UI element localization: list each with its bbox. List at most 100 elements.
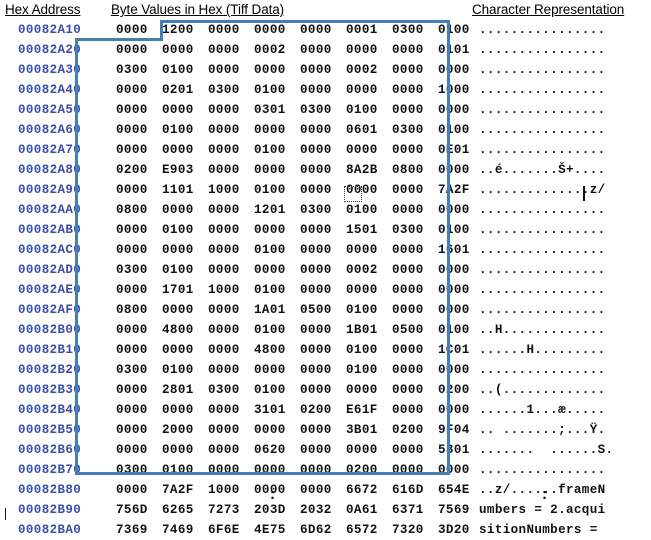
hex-byte-group[interactable]: 0000 bbox=[300, 40, 346, 60]
hex-byte-group[interactable]: 0000 bbox=[254, 260, 300, 280]
hex-byte-group[interactable]: 0601 bbox=[346, 120, 392, 140]
hex-dump-row[interactable]: 00082AD0 0300 0100 0000 0000 0000 0002 0000 0000… bbox=[0, 260, 651, 280]
hex-bytes-cell[interactable]: 7369 7469 6F6E 4E75 6D62 6572 7320 3D20 bbox=[116, 520, 484, 540]
hex-byte-group[interactable]: 0000 bbox=[392, 380, 438, 400]
hex-dump-row[interactable]: 00082B80 0000 7A2F 1000 0000 0000 6672 616D 654E… bbox=[0, 480, 651, 500]
hex-byte-group[interactable]: 0000 bbox=[300, 220, 346, 240]
hex-byte-group[interactable]: 0000 bbox=[300, 120, 346, 140]
hex-byte-group[interactable]: 0000 bbox=[392, 80, 438, 100]
hex-byte-group[interactable]: 0000 bbox=[116, 220, 162, 240]
hex-byte-group[interactable]: 0000 bbox=[116, 40, 162, 60]
hex-byte-group[interactable]: 0100 bbox=[254, 320, 300, 340]
character-representation-cell[interactable]: ................ bbox=[479, 60, 606, 80]
hex-byte-group[interactable]: 0000 bbox=[300, 340, 346, 360]
hex-byte-group[interactable]: 0000 bbox=[208, 220, 254, 240]
hex-bytes-cell[interactable]: 0000 4800 0000 0100 0000 1B01 0500 0100 bbox=[116, 320, 484, 340]
hex-dump-row[interactable]: 00082B00 0000 4800 0000 0100 0000 1B01 0500 0100… bbox=[0, 320, 651, 340]
hex-byte-group[interactable]: 0300 bbox=[300, 100, 346, 120]
hex-byte-group[interactable]: 7569 bbox=[438, 500, 484, 520]
hex-byte-group[interactable]: 0000 bbox=[116, 120, 162, 140]
hex-dump-row[interactable]: 00082BA0 7369 7469 6F6E 4E75 6D62 6572 7320 3D20… bbox=[0, 520, 651, 540]
hex-byte-group[interactable]: 1000 bbox=[208, 280, 254, 300]
hex-byte-group[interactable]: 0100 bbox=[254, 140, 300, 160]
hex-bytes-cell[interactable]: 0000 0100 0000 0000 0000 0601 0300 0100 bbox=[116, 120, 484, 140]
hex-byte-group[interactable]: 4800 bbox=[162, 320, 208, 340]
hex-byte-group[interactable]: 0000 bbox=[116, 380, 162, 400]
hex-byte-group[interactable]: 0000 bbox=[392, 340, 438, 360]
hex-byte-group[interactable]: 0100 bbox=[162, 60, 208, 80]
hex-byte-group[interactable]: 0000 bbox=[392, 260, 438, 280]
hex-byte-group[interactable]: 0100 bbox=[438, 320, 484, 340]
hex-bytes-cell[interactable]: 0000 0000 0000 3101 0200 E61F 0000 0000 bbox=[116, 400, 484, 420]
hex-byte-group[interactable]: 0000 bbox=[300, 320, 346, 340]
hex-byte-group[interactable]: 3B01 bbox=[346, 420, 392, 440]
character-representation-cell[interactable]: ..............z/ bbox=[479, 180, 606, 200]
hex-byte-group[interactable]: 0000 bbox=[438, 360, 484, 380]
hex-byte-group[interactable]: 0000 bbox=[208, 340, 254, 360]
hex-byte-group[interactable]: 0800 bbox=[392, 160, 438, 180]
character-representation-cell[interactable]: ................ bbox=[479, 360, 606, 380]
hex-byte-group[interactable]: 0200 bbox=[346, 460, 392, 480]
hex-byte-group[interactable]: 6672 bbox=[346, 480, 392, 500]
hex-byte-group[interactable]: 0200 bbox=[300, 400, 346, 420]
hex-byte-group[interactable]: 0000 bbox=[208, 40, 254, 60]
hex-byte-group[interactable]: 0200 bbox=[116, 160, 162, 180]
character-representation-cell[interactable]: ................ bbox=[479, 140, 606, 160]
character-representation-cell[interactable]: ......H......... bbox=[479, 340, 606, 360]
hex-byte-group[interactable]: 0000 bbox=[300, 280, 346, 300]
hex-byte-group[interactable]: 616D bbox=[392, 480, 438, 500]
hex-byte-group[interactable]: 0000 bbox=[162, 440, 208, 460]
character-representation-cell[interactable]: ................ bbox=[479, 220, 606, 240]
hex-dump-row[interactable]: 00082AE0 0000 1701 1000 0100 0000 0000 0000 0000… bbox=[0, 280, 651, 300]
hex-byte-group[interactable]: 0000 bbox=[300, 380, 346, 400]
hex-byte-group[interactable]: 0000 bbox=[438, 400, 484, 420]
hex-byte-group[interactable]: 1200 bbox=[162, 20, 208, 40]
hex-byte-group[interactable]: 3101 bbox=[254, 400, 300, 420]
hex-byte-group[interactable]: 0002 bbox=[254, 40, 300, 60]
hex-byte-group[interactable]: 5301 bbox=[438, 440, 484, 460]
hex-byte-group[interactable]: 0000 bbox=[116, 400, 162, 420]
character-representation-cell[interactable]: ..(............. bbox=[479, 380, 606, 400]
hex-byte-group[interactable]: 0000 bbox=[254, 120, 300, 140]
hex-byte-group[interactable]: 0000 bbox=[116, 140, 162, 160]
hex-byte-group[interactable]: 1101 bbox=[162, 180, 208, 200]
character-representation-cell[interactable]: ....... ......S. bbox=[479, 440, 613, 460]
hex-byte-group[interactable]: 0100 bbox=[346, 300, 392, 320]
hex-byte-group[interactable]: 0000 bbox=[116, 320, 162, 340]
hex-byte-group[interactable]: 0000 bbox=[300, 440, 346, 460]
hex-byte-group[interactable]: 756D bbox=[116, 500, 162, 520]
hex-byte-group[interactable]: 8A2B bbox=[346, 160, 392, 180]
hex-byte-group[interactable]: 0000 bbox=[208, 320, 254, 340]
hex-dump-body[interactable]: 00082A10 0000 1200 0000 0000 0000 0001 0300 0100… bbox=[0, 20, 651, 540]
hex-byte-group[interactable]: 0000 bbox=[300, 60, 346, 80]
character-representation-cell[interactable]: ................ bbox=[479, 300, 606, 320]
hex-byte-group[interactable]: 0000 bbox=[254, 360, 300, 380]
hex-byte-group[interactable]: 0100 bbox=[438, 220, 484, 240]
hex-byte-group[interactable]: 0100 bbox=[254, 240, 300, 260]
character-representation-cell[interactable]: .. .......;...Ÿ. bbox=[479, 420, 606, 440]
character-representation-cell[interactable]: ................ bbox=[479, 80, 606, 100]
hex-byte-group[interactable]: 0000 bbox=[116, 80, 162, 100]
hex-byte-group[interactable]: 0000 bbox=[438, 300, 484, 320]
hex-bytes-cell[interactable]: 0800 0000 0000 1201 0300 0100 0000 0000 bbox=[116, 200, 484, 220]
hex-byte-group[interactable]: 0000 bbox=[162, 140, 208, 160]
hex-byte-group[interactable]: 0000 bbox=[392, 280, 438, 300]
hex-byte-group[interactable]: 0000 bbox=[438, 200, 484, 220]
hex-byte-group[interactable]: 0000 bbox=[208, 120, 254, 140]
hex-byte-group[interactable]: 0000 bbox=[300, 20, 346, 40]
hex-bytes-cell[interactable]: 0000 0000 0000 0620 0000 0000 0000 5301 bbox=[116, 440, 484, 460]
hex-byte-group[interactable]: 0301 bbox=[254, 100, 300, 120]
hex-bytes-cell[interactable]: 0000 1701 1000 0100 0000 0000 0000 0000 bbox=[116, 280, 484, 300]
hex-byte-group[interactable]: 0100 bbox=[346, 100, 392, 120]
hex-byte-group[interactable]: 6D62 bbox=[300, 520, 346, 540]
hex-bytes-cell[interactable]: 756D 6265 7273 203D 2032 0A61 6371 7569 bbox=[116, 500, 484, 520]
hex-byte-group[interactable]: 0000 bbox=[392, 460, 438, 480]
hex-byte-group[interactable]: 0000 bbox=[162, 240, 208, 260]
hex-byte-group[interactable]: 0000 bbox=[162, 200, 208, 220]
hex-byte-group[interactable]: 0101 bbox=[438, 40, 484, 60]
hex-byte-group[interactable]: 1A01 bbox=[254, 300, 300, 320]
hex-byte-group[interactable]: 1B01 bbox=[346, 320, 392, 340]
hex-dump-row[interactable]: 00082B50 0000 2000 0000 0000 0000 3B01 0200 9F04… bbox=[0, 420, 651, 440]
character-representation-cell[interactable]: ................ bbox=[479, 240, 606, 260]
hex-bytes-cell[interactable]: 0800 0000 0000 1A01 0500 0100 0000 0000 bbox=[116, 300, 484, 320]
